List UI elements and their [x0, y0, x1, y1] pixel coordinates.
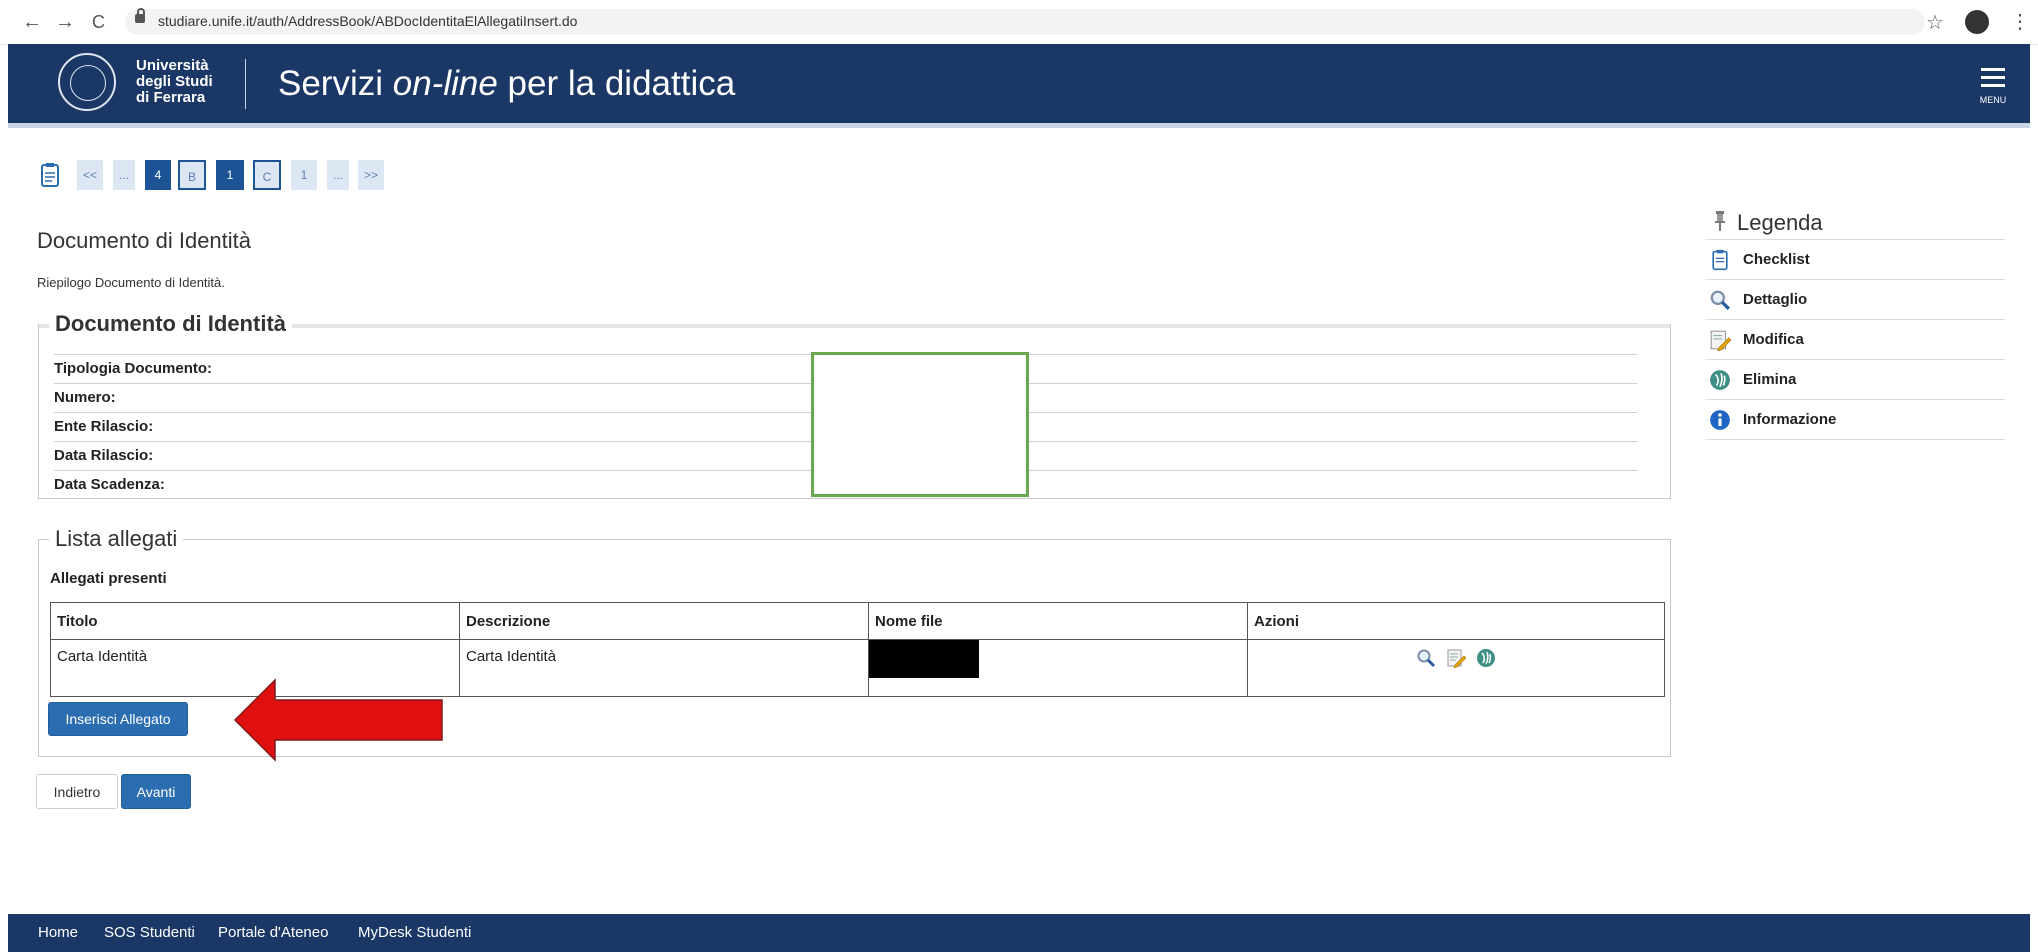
next-button[interactable]: Avanti — [121, 774, 191, 809]
back-arrow-icon[interactable]: ← — [22, 10, 42, 34]
browser-menu-icon[interactable]: ⋮ — [2010, 9, 2030, 34]
hamburger-icon-bar — [1981, 84, 2005, 87]
magnifier-icon — [1710, 290, 1730, 310]
legend-item-modifica: Modifica — [1705, 320, 2005, 360]
cell-descrizione: Carta Identità — [459, 639, 869, 697]
site-title: Servizi on-line per la didattica — [278, 64, 735, 104]
checklist-icon — [1712, 249, 1728, 271]
edit-icon — [1710, 330, 1731, 351]
label-ente-rilascio: Ente Rilascio: — [54, 418, 154, 435]
footer-link-portale-ateneo[interactable]: Portale d'Ateneo — [218, 924, 328, 941]
legend-item-elimina: Elimina — [1705, 360, 2005, 400]
pager-step-1-next[interactable]: 1 — [291, 160, 317, 190]
university-name-line2: degli Studi — [136, 73, 213, 90]
pager-step-1-current[interactable]: 1 — [216, 160, 244, 190]
university-seal-logo[interactable] — [58, 53, 116, 111]
hamburger-menu-button[interactable]: MENU — [1976, 66, 2010, 106]
legend-title: Legenda — [1705, 205, 2005, 240]
page-summary: Riepilogo Documento di Identità. — [37, 275, 225, 290]
pager-step-4[interactable]: 4 — [145, 160, 171, 190]
page-title: Documento di Identità — [37, 228, 252, 253]
profile-avatar[interactable] — [1965, 10, 1989, 34]
bookmark-star-icon[interactable]: ☆ — [1926, 10, 1944, 35]
document-fieldset-legend: Documento di Identità — [49, 311, 292, 337]
table-header-row: Titolo Descrizione Nome file Azioni — [50, 602, 1665, 640]
legend-panel: Legenda Checklist Dettaglio Modifica Eli… — [1705, 205, 2005, 440]
magnifier-icon[interactable] — [1416, 648, 1436, 668]
label-data-rilascio: Data Rilascio: — [54, 447, 154, 464]
reload-icon[interactable]: C — [92, 10, 105, 34]
attachments-fieldset-legend: Lista allegati — [49, 526, 184, 552]
legend-label-modifica: Modifica — [1743, 331, 1804, 348]
legend-item-informazione: Informazione — [1705, 400, 2005, 440]
insert-attachment-button[interactable]: Inserisci Allegato — [48, 702, 188, 736]
site-header: Università degli Studi di Ferrara Serviz… — [8, 44, 2030, 128]
col-header-nome-file: Nome file — [868, 602, 1248, 640]
footer-link-sos-studenti[interactable]: SOS Studenti — [104, 924, 195, 941]
pager-first[interactable]: << — [77, 160, 103, 190]
menu-label: MENU — [1979, 95, 2007, 105]
browser-toolbar: ← → C studiare.unife.it/auth/AddressBook… — [0, 0, 2038, 45]
legend-item-dettaglio: Dettaglio — [1705, 280, 2005, 320]
pager-ellipsis: ... — [327, 160, 349, 190]
annotation-arrow-icon — [233, 678, 443, 762]
legend-label-elimina: Elimina — [1743, 371, 1797, 388]
site-footer: Home SOS Studenti Portale d'Ateneo MyDes… — [8, 914, 2030, 952]
cell-azioni — [1247, 639, 1665, 697]
legend-label-checklist: Checklist — [1743, 251, 1810, 268]
footer-link-mydesk-studenti[interactable]: MyDesk Studenti — [358, 924, 471, 941]
site-title-suffix: per la didattica — [497, 64, 736, 103]
col-header-azioni: Azioni — [1247, 602, 1665, 640]
lock-icon — [135, 8, 145, 23]
legend-item-checklist: Checklist — [1705, 240, 2005, 280]
hamburger-icon-bar — [1981, 68, 2005, 71]
attachments-subheading: Allegati presenti — [50, 570, 167, 587]
site-title-emphasis: on-line — [392, 64, 498, 103]
footer-link-home[interactable]: Home — [38, 924, 78, 941]
pin-icon — [1715, 211, 1725, 231]
back-button[interactable]: Indietro — [36, 774, 118, 809]
url-text[interactable]: studiare.unife.it/auth/AddressBook/ABDoc… — [158, 13, 577, 29]
pager-last[interactable]: >> — [358, 160, 384, 190]
redacted-file-name — [869, 640, 979, 678]
col-header-descrizione: Descrizione — [459, 602, 869, 640]
label-tipologia-documento: Tipologia Documento: — [54, 360, 213, 377]
forward-arrow-icon[interactable]: → — [55, 10, 75, 34]
university-name[interactable]: Università degli Studi di Ferrara — [136, 58, 213, 106]
col-header-titolo: Titolo — [50, 602, 460, 640]
info-icon — [1710, 410, 1730, 430]
redaction-box — [811, 352, 1029, 497]
checklist-icon[interactable] — [40, 162, 60, 188]
legend-label-informazione: Informazione — [1743, 411, 1837, 428]
pager-step-c[interactable]: C — [253, 160, 281, 190]
delete-icon[interactable] — [1476, 648, 1496, 668]
edit-icon[interactable] — [1446, 648, 1466, 668]
delete-icon — [1710, 370, 1730, 390]
label-numero: Numero: — [54, 389, 116, 406]
cell-nome-file — [868, 639, 1248, 697]
label-data-scadenza: Data Scadenza: — [54, 476, 165, 493]
legend-label-dettaglio: Dettaglio — [1743, 291, 1808, 308]
legend-title-text: Legenda — [1737, 210, 1823, 235]
pager-step-b[interactable]: B — [178, 160, 206, 190]
site-title-prefix: Servizi — [278, 64, 393, 103]
hamburger-icon-bar — [1981, 76, 2005, 79]
header-divider — [245, 59, 246, 109]
university-name-line1: Università — [136, 57, 209, 74]
university-name-line3: di Ferrara — [136, 89, 206, 106]
pager-ellipsis: ... — [113, 160, 135, 190]
